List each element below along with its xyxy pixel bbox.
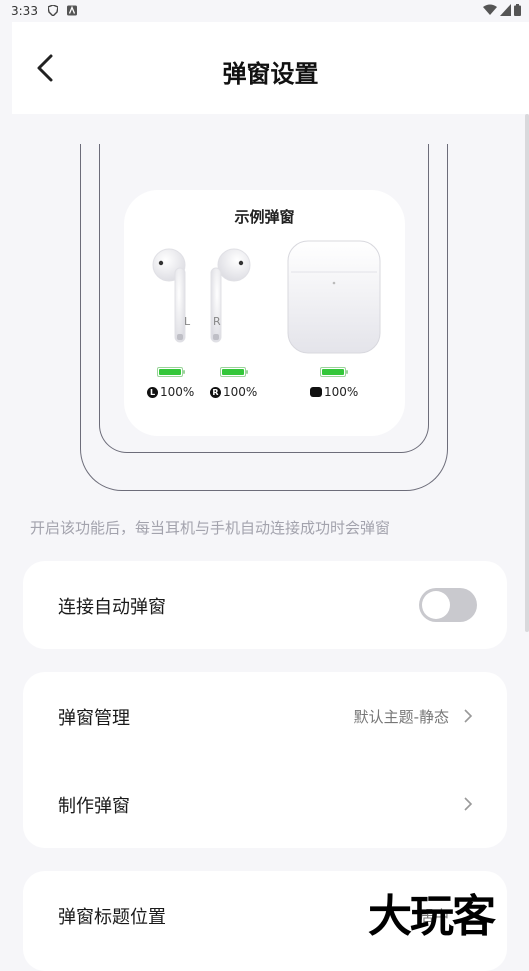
case-battery-text: 100% bbox=[324, 385, 359, 399]
wifi-icon bbox=[483, 4, 497, 15]
left-battery-level: L 100% bbox=[147, 385, 194, 399]
feature-description: 开启该功能后，每当耳机与手机自动连接成功时会弹窗 bbox=[30, 519, 391, 537]
popup-management-value: 默认主题-静态 bbox=[353, 708, 449, 726]
left-battery-text: 100% bbox=[160, 385, 195, 399]
header-bar: 弹窗设置 bbox=[12, 22, 529, 114]
app-notification-icon bbox=[67, 5, 77, 16]
left-earbud-image bbox=[152, 248, 186, 343]
auto-popup-label: 连接自动弹窗 bbox=[58, 597, 166, 618]
right-battery-text: 100% bbox=[223, 385, 258, 399]
scrollbar[interactable] bbox=[525, 114, 529, 632]
title-position-label: 弹窗标题位置 bbox=[58, 907, 166, 928]
toggle-knob bbox=[422, 591, 450, 619]
left-badge-icon: L bbox=[147, 386, 158, 398]
shield-icon bbox=[48, 5, 58, 16]
case-badge-icon bbox=[310, 387, 322, 397]
case-battery-icon bbox=[320, 367, 348, 377]
popup-management-row[interactable]: 弹窗管理 默认主题-静态 bbox=[23, 672, 507, 760]
status-time: 3:33 bbox=[11, 4, 38, 18]
page-title: 弹窗设置 bbox=[222, 60, 319, 88]
battery-status-icon bbox=[514, 4, 521, 16]
right-battery-level: R 100% bbox=[210, 385, 257, 399]
watermark-logo: 大玩客 bbox=[368, 891, 496, 942]
left-earbud-letter: L bbox=[184, 315, 191, 328]
case-battery-level: 100% bbox=[310, 385, 358, 399]
chevron-right-icon bbox=[464, 797, 473, 811]
popup-title: 示例弹窗 bbox=[234, 208, 295, 226]
left-battery-icon bbox=[157, 367, 185, 377]
charging-case-image bbox=[287, 240, 381, 354]
right-earbud-letter: R bbox=[213, 315, 221, 328]
signal-icon bbox=[500, 4, 511, 16]
popup-management-label: 弹窗管理 bbox=[58, 708, 130, 729]
popup-settings-card: 弹窗管理 默认主题-静态 制作弹窗 bbox=[23, 672, 507, 848]
right-badge-icon: R bbox=[210, 386, 221, 398]
right-battery-icon bbox=[220, 367, 248, 377]
chevron-right-icon bbox=[464, 709, 473, 723]
auto-popup-toggle[interactable] bbox=[419, 588, 477, 622]
sample-popup: 示例弹窗 L R L 100% R 100% 100% bbox=[124, 190, 405, 436]
make-popup-row[interactable]: 制作弹窗 bbox=[23, 760, 507, 848]
right-earbud-image bbox=[210, 248, 251, 343]
auto-popup-card: 连接自动弹窗 bbox=[23, 561, 507, 649]
status-bar: 3:33 bbox=[0, 0, 529, 22]
make-popup-label: 制作弹窗 bbox=[58, 796, 130, 817]
